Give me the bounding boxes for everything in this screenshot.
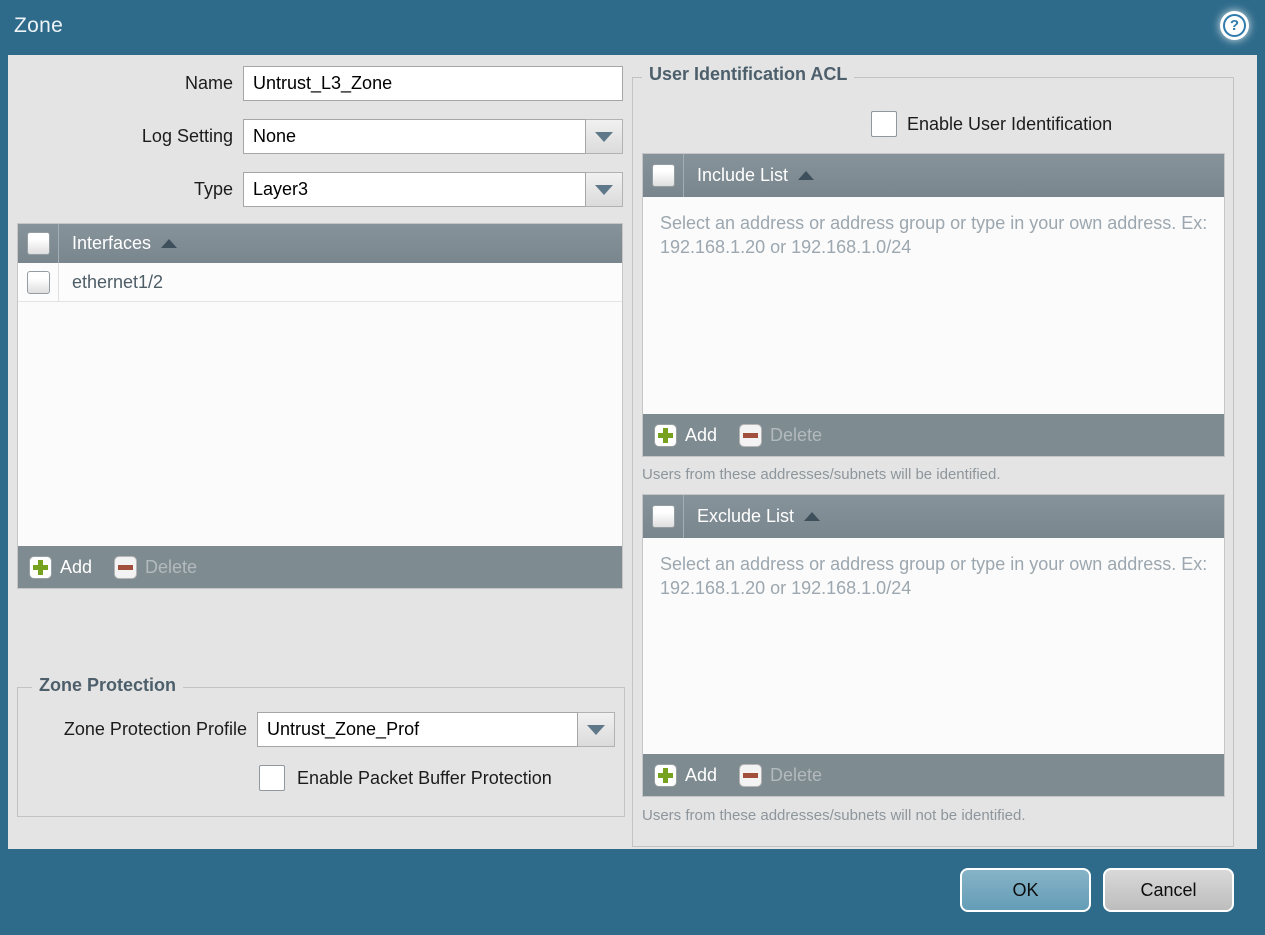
interfaces-column-header[interactable]: Interfaces <box>72 233 151 254</box>
exclude-select-all-checkbox[interactable] <box>651 505 675 528</box>
log-setting-input[interactable] <box>243 119 586 154</box>
interfaces-select-all-checkbox[interactable] <box>26 232 50 255</box>
interfaces-table: Interfaces ethernet1/2 Add Delete <box>17 223 623 589</box>
interfaces-add-button[interactable]: Add <box>29 555 93 579</box>
add-button-label: Add <box>685 424 718 445</box>
minus-icon <box>739 423 763 447</box>
interfaces-delete-button[interactable]: Delete <box>114 555 198 579</box>
exclude-list-table: Exclude List Select an address or addres… <box>642 494 1225 797</box>
zone-protection-profile-input[interactable] <box>257 712 578 747</box>
exclude-list-column-header[interactable]: Exclude List <box>697 506 794 527</box>
type-input[interactable] <box>243 172 586 207</box>
enable-packet-buffer-protection-checkbox[interactable] <box>259 765 285 791</box>
question-mark-glyph: ? <box>1223 14 1246 37</box>
include-select-all-cell <box>643 154 684 197</box>
user-identification-acl-legend: User Identification ACL <box>642 64 855 85</box>
include-list-column-header[interactable]: Include List <box>697 165 788 186</box>
sort-ascending-icon[interactable] <box>161 239 178 248</box>
name-input[interactable] <box>243 66 623 101</box>
exclude-select-all-cell <box>643 495 684 538</box>
include-list-body[interactable]: Select an address or address group or ty… <box>643 197 1224 415</box>
exclude-list-header: Exclude List <box>643 495 1224 538</box>
exclude-list-note: Users from these addresses/subnets will … <box>642 807 1026 824</box>
include-list-placeholder: Select an address or address group or ty… <box>660 213 1208 258</box>
exclude-delete-button[interactable]: Delete <box>739 763 823 787</box>
include-add-button[interactable]: Add <box>654 423 718 447</box>
sort-ascending-icon[interactable] <box>798 171 815 180</box>
log-setting-label: Log Setting <box>141 126 233 146</box>
chevron-down-icon <box>595 131 613 142</box>
plus-icon <box>654 763 677 787</box>
add-button-label: Add <box>685 764 718 785</box>
zone-protection-legend: Zone Protection <box>32 675 184 696</box>
ok-button[interactable]: OK <box>960 868 1091 912</box>
dialog-title: Zone <box>14 14 64 37</box>
ok-button-label: OK <box>1012 879 1039 900</box>
plus-icon <box>654 423 677 447</box>
interface-name: ethernet1/2 <box>72 271 164 292</box>
minus-icon <box>114 555 138 579</box>
delete-button-label: Delete <box>145 556 198 577</box>
include-list-footer: Add Delete <box>643 414 1224 456</box>
chevron-down-icon <box>595 184 613 195</box>
log-setting-dropdown-button[interactable] <box>586 119 623 154</box>
interfaces-table-header: Interfaces <box>18 224 622 263</box>
exclude-list-body[interactable]: Select an address or address group or ty… <box>643 538 1224 755</box>
include-list-header: Include List <box>643 154 1224 197</box>
dialog-titlebar: Zone ? <box>0 0 1265 55</box>
cancel-button-label: Cancel <box>1140 879 1197 900</box>
interface-row[interactable]: ethernet1/2 <box>18 263 622 302</box>
plus-icon <box>29 555 52 579</box>
add-button-label: Add <box>60 556 93 577</box>
interfaces-table-footer: Add Delete <box>18 546 622 588</box>
chevron-down-icon <box>587 724 605 735</box>
exclude-add-button[interactable]: Add <box>654 763 718 787</box>
include-delete-button[interactable]: Delete <box>739 423 823 447</box>
zone-protection-profile-label: Zone Protection Profile <box>63 719 247 739</box>
interfaces-select-all-cell <box>18 224 59 263</box>
zone-protection-profile-dropdown-button[interactable] <box>578 712 615 747</box>
enable-user-identification-checkbox[interactable] <box>871 111 897 137</box>
cancel-button[interactable]: Cancel <box>1103 868 1234 912</box>
interface-row-checkbox[interactable] <box>26 270 50 294</box>
include-select-all-checkbox[interactable] <box>651 164 675 187</box>
include-list-table: Include List Select an address or addres… <box>642 153 1225 457</box>
delete-button-label: Delete <box>770 424 823 445</box>
minus-icon <box>739 763 763 787</box>
zone-protection-fieldset <box>17 687 625 817</box>
type-dropdown-button[interactable] <box>586 172 623 207</box>
enable-packet-buffer-protection-label: Enable Packet Buffer Protection <box>297 768 552 788</box>
help-icon[interactable]: ? <box>1220 11 1249 40</box>
exclude-list-placeholder: Select an address or address group or ty… <box>660 554 1208 599</box>
include-list-note: Users from these addresses/subnets will … <box>642 466 1001 483</box>
exclude-list-footer: Add Delete <box>643 754 1224 796</box>
enable-user-identification-label: Enable User Identification <box>907 114 1113 134</box>
sort-ascending-icon[interactable] <box>804 512 821 521</box>
delete-button-label: Delete <box>770 764 823 785</box>
dialog-body: Name Log Setting Type Interfaces <box>8 55 1257 849</box>
type-label: Type <box>193 179 233 199</box>
name-label: Name <box>184 73 233 93</box>
